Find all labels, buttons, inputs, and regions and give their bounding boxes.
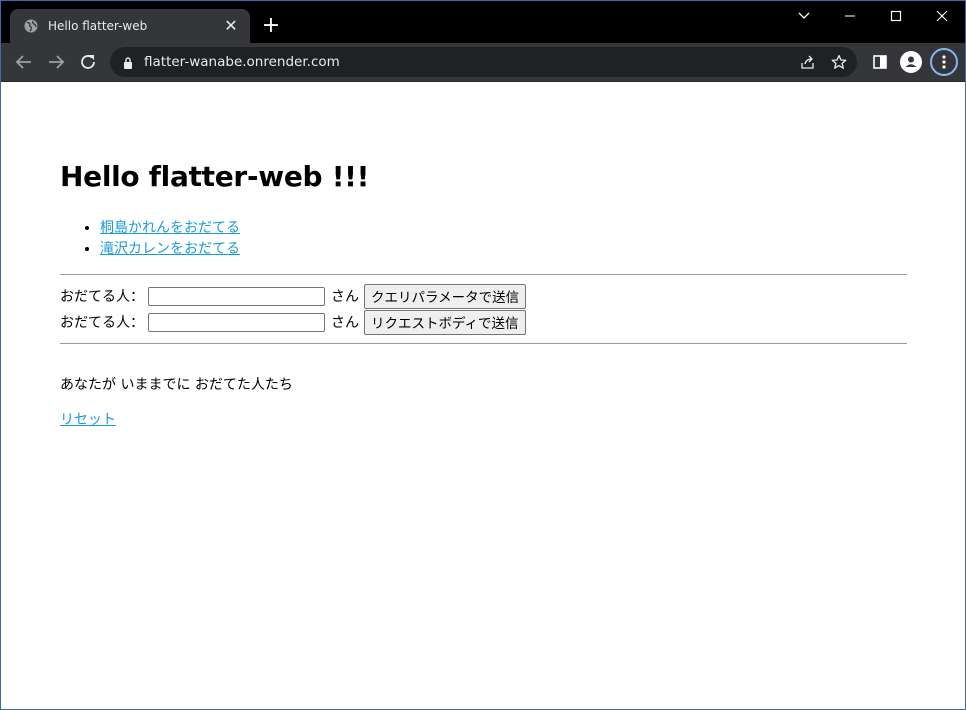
- body-name-input[interactable]: [148, 312, 325, 332]
- close-window-icon[interactable]: [919, 1, 965, 31]
- history-title: あなたが いままでに おだてた人たち: [60, 377, 293, 393]
- url-text: flatter-wanabe.onrender.com: [144, 54, 340, 70]
- tab-close-icon[interactable]: ✕: [222, 17, 240, 35]
- new-tab-icon[interactable]: +: [259, 14, 283, 38]
- query-form: おだてる人： さん クエリパラメータで送信: [60, 283, 527, 309]
- list-item: 桐島かれんをおだてる: [100, 218, 240, 239]
- minimize-icon[interactable]: [827, 1, 873, 31]
- reload-icon[interactable]: [76, 50, 100, 74]
- query-form-suffix: さん: [331, 289, 359, 305]
- tab-search-icon[interactable]: [781, 1, 827, 31]
- send-query-button[interactable]: クエリパラメータで送信: [364, 283, 527, 309]
- browser-window: Hello flatter-web ✕ + flatter-wanabe.onr…: [0, 0, 966, 710]
- profile-avatar-icon[interactable]: [899, 50, 923, 74]
- divider: [60, 274, 907, 275]
- globe-icon: [24, 19, 38, 33]
- list-item: 滝沢カレンをおだてる: [100, 239, 240, 260]
- page-title: Hello flatter-web !!!: [60, 160, 370, 193]
- flatter-link-kirishima[interactable]: 桐島かれんをおだてる: [100, 220, 240, 236]
- share-icon[interactable]: [798, 52, 818, 72]
- back-icon[interactable]: [12, 50, 36, 74]
- body-form-label: おだてる人：: [60, 315, 144, 331]
- side-panel-icon[interactable]: [868, 50, 892, 74]
- body-form-suffix: さん: [331, 315, 359, 331]
- browser-toolbar: flatter-wanabe.onrender.com: [1, 43, 965, 82]
- browser-tab[interactable]: Hello flatter-web ✕: [10, 9, 250, 43]
- address-bar[interactable]: flatter-wanabe.onrender.com: [110, 47, 857, 77]
- send-body-button[interactable]: リクエストボディで送信: [364, 309, 526, 335]
- flatter-link-takizawa[interactable]: 滝沢カレンをおだてる: [100, 241, 240, 257]
- browser-menu-icon[interactable]: [930, 48, 958, 76]
- divider: [60, 343, 907, 344]
- flatter-link-list: 桐島かれんをおだてる 滝沢カレンをおだてる: [60, 218, 240, 260]
- reset-link[interactable]: リセット: [60, 412, 116, 428]
- maximize-icon[interactable]: [873, 1, 919, 31]
- query-form-label: おだてる人：: [60, 289, 144, 305]
- forward-icon[interactable]: [44, 50, 68, 74]
- page-content: Hello flatter-web !!! 桐島かれんをおだてる 滝沢カレンをお…: [1, 82, 965, 709]
- lock-icon[interactable]: [122, 55, 134, 69]
- tab-title: Hello flatter-web: [48, 19, 148, 33]
- body-form: おだてる人： さん リクエストボディで送信: [60, 309, 526, 335]
- bookmark-star-icon[interactable]: [829, 52, 849, 72]
- query-name-input[interactable]: [148, 286, 325, 306]
- tab-strip: Hello flatter-web ✕ +: [1, 1, 965, 43]
